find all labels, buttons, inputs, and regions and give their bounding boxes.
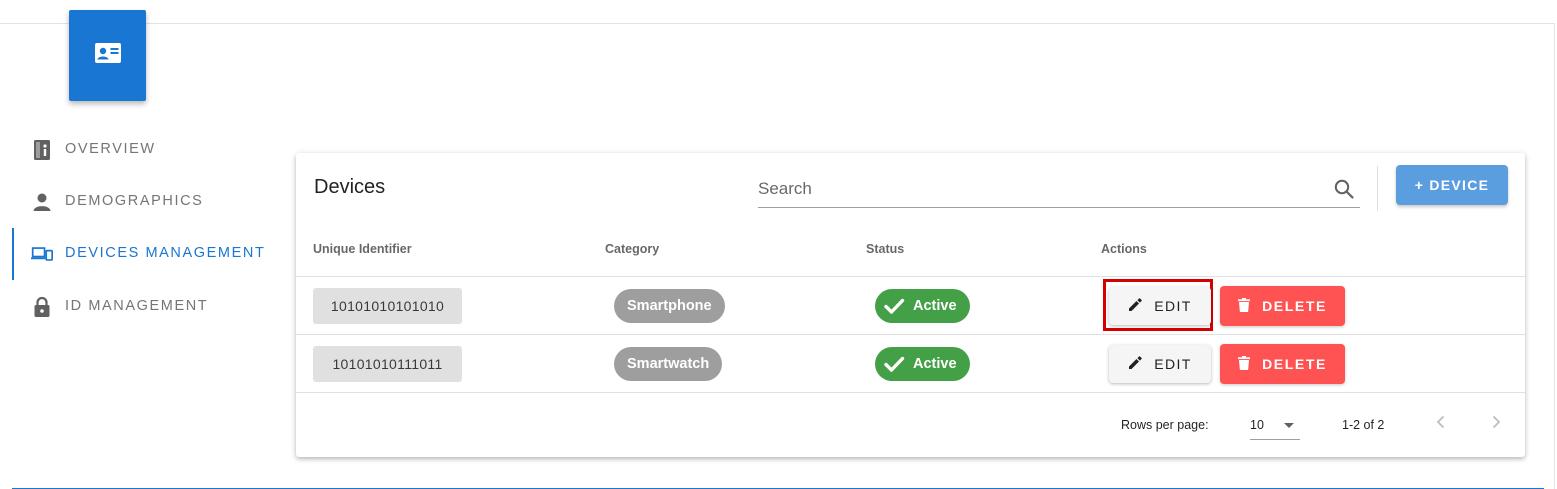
nav-item-devices-management[interactable]: DEVICES MANAGEMENT — [0, 228, 280, 280]
previous-page-button[interactable] — [1428, 410, 1454, 436]
search-input[interactable] — [758, 176, 1318, 202]
check-icon — [883, 353, 905, 375]
overview-info-icon — [31, 139, 53, 161]
active-indicator — [12, 228, 14, 280]
person-icon — [31, 191, 53, 213]
trash-icon — [1238, 297, 1251, 315]
device-id-chip: 10101010111011 — [313, 346, 462, 382]
table-row: 10101010111011 Smartwatch Active EDIT DE… — [296, 335, 1525, 393]
chevron-left-icon — [1434, 414, 1448, 433]
toolbar-divider — [1377, 166, 1378, 211]
edit-label: EDIT — [1154, 356, 1192, 372]
chevron-right-icon — [1489, 414, 1503, 433]
delete-label: DELETE — [1262, 298, 1327, 314]
devices-title: Devices — [314, 176, 386, 198]
check-icon — [883, 295, 905, 317]
column-header-unique-identifier[interactable]: Unique Identifier — [313, 242, 412, 256]
id-card-tile — [69, 10, 146, 101]
category-chip: Smartphone — [614, 289, 725, 323]
column-header-status[interactable]: Status — [866, 242, 904, 256]
nav-item-overview[interactable]: OVERVIEW — [0, 124, 280, 176]
rows-per-page-select[interactable]: 10 — [1250, 409, 1300, 440]
nav-item-label: OVERVIEW — [65, 141, 156, 157]
nav-item-label: DEVICES MANAGEMENT — [65, 245, 266, 261]
next-page-button[interactable] — [1483, 410, 1509, 436]
search-field[interactable] — [758, 174, 1360, 208]
status-label: Active — [913, 356, 957, 372]
edit-button[interactable]: EDIT — [1109, 345, 1211, 383]
status-label: Active — [913, 298, 957, 314]
column-header-category[interactable]: Category — [605, 242, 659, 256]
trash-icon — [1238, 355, 1251, 373]
edit-button[interactable]: EDIT — [1109, 287, 1211, 325]
category-chip: Smartwatch — [614, 347, 723, 381]
nav-item-label: DEMOGRAPHICS — [65, 193, 204, 209]
table-pagination: Rows per page: 10 1-2 of 2 — [296, 393, 1525, 457]
search-icon[interactable] — [1332, 177, 1356, 201]
devices-icon — [31, 243, 53, 265]
device-id-chip: 10101010101010 — [313, 288, 462, 324]
edit-label: EDIT — [1154, 298, 1192, 314]
pencil-icon — [1128, 297, 1142, 315]
table-row: 10101010101010 Smartphone Active EDIT DE… — [296, 277, 1525, 335]
caret-down-icon — [1280, 416, 1298, 434]
delete-button[interactable]: DELETE — [1220, 344, 1345, 384]
status-chip: Active — [875, 289, 970, 323]
rows-per-page-value: 10 — [1250, 418, 1264, 432]
rows-per-page-label: Rows per page: — [1121, 418, 1209, 432]
add-device-button[interactable]: + DEVICE — [1396, 165, 1508, 205]
delete-button[interactable]: DELETE — [1220, 286, 1345, 326]
pencil-icon — [1128, 355, 1142, 373]
nav-item-demographics[interactable]: DEMOGRAPHICS — [0, 176, 280, 228]
nav-item-id-management[interactable]: ID MANAGEMENT — [0, 281, 280, 333]
contact-card-icon — [94, 42, 122, 69]
column-header-actions: Actions — [1101, 242, 1147, 256]
lock-icon — [31, 296, 53, 318]
status-chip: Active — [875, 347, 970, 381]
pagination-range: 1-2 of 2 — [1342, 418, 1385, 432]
delete-label: DELETE — [1262, 356, 1327, 372]
nav-item-label: ID MANAGEMENT — [65, 298, 209, 314]
devices-card: Devices + DEVICE Unique Identifier Categ… — [296, 153, 1525, 457]
